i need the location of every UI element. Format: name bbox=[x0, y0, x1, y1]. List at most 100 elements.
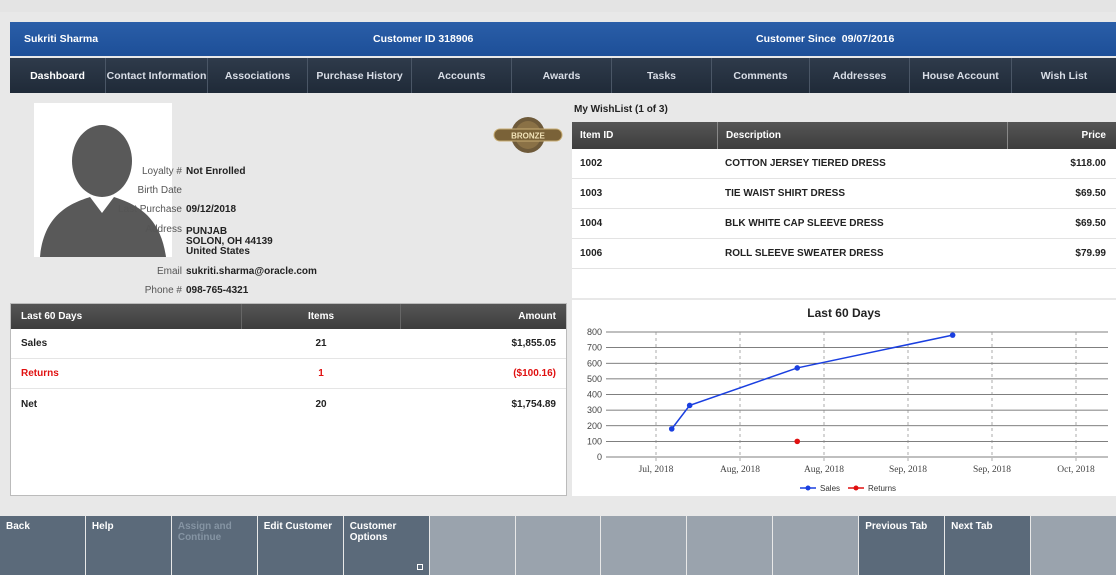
legend-marker-sales bbox=[805, 485, 811, 491]
wishlist-header-description: Description bbox=[717, 122, 1007, 149]
series-line-sales bbox=[671, 334, 953, 430]
birth-date-label: Birth Date bbox=[137, 185, 182, 196]
chart-plot: 0 100 200 300 400 500 600 700 800 Jul, 2018 Aug, 2… bbox=[587, 327, 1108, 493]
stats-header-period: Last 60 Days bbox=[21, 311, 83, 322]
stats-table: Last 60 Days Items Amount Sales 21 $1,85… bbox=[10, 303, 567, 496]
customer-options-button[interactable]: Customer Options bbox=[343, 516, 429, 575]
phone-value: 098-765-4321 bbox=[186, 285, 249, 296]
empty-button-slot bbox=[601, 516, 687, 575]
x-tick-label: Oct, 2018 bbox=[1057, 465, 1095, 475]
data-point-returns bbox=[794, 438, 801, 445]
wishlist-row[interactable]: 1002 COTTON JERSEY TIERED DRESS $118.00 bbox=[572, 149, 1116, 179]
last-purchase-value: 09/12/2018 bbox=[186, 204, 237, 215]
x-tick-label: Sep, 2018 bbox=[889, 465, 927, 475]
next-tab-button[interactable]: Next Tab bbox=[945, 516, 1031, 575]
customer-since: Customer Since 09/07/2016 bbox=[756, 33, 895, 45]
y-tick-label: 200 bbox=[587, 421, 602, 431]
tab-house-account[interactable]: House Account bbox=[910, 58, 1012, 93]
address-line-3: United States bbox=[186, 246, 250, 257]
empty-button-slot bbox=[429, 516, 515, 575]
empty-button-slot bbox=[773, 516, 859, 575]
sales-chart: Last 60 Days 0 100 200 300 400 500 600 700 800 Ju… bbox=[572, 300, 1116, 496]
last-purchase-label: Last Purchase bbox=[118, 204, 182, 215]
email-value: sukriti.sharma@oracle.com bbox=[186, 266, 317, 277]
top-strip bbox=[0, 0, 1116, 12]
wishlist-item-description: TIE WAIST SHIRT DRESS bbox=[725, 188, 846, 199]
x-tick-label: Jul, 2018 bbox=[639, 465, 674, 475]
stats-row-returns: Returns 1 ($100.16) bbox=[11, 359, 566, 389]
empty-button-slot bbox=[515, 516, 601, 575]
y-tick-label: 800 bbox=[587, 327, 602, 337]
legend-label: Returns bbox=[868, 484, 896, 493]
wishlist-header-item-id: Item ID bbox=[580, 130, 614, 141]
data-point-sales bbox=[686, 402, 693, 409]
stats-items: 20 bbox=[315, 398, 327, 410]
address-label: Address bbox=[145, 224, 182, 235]
address-value: PUNJAB SOLON, OH 44139 United States bbox=[186, 227, 273, 257]
stats-label: Sales bbox=[21, 338, 48, 349]
wishlist-row[interactable]: 1003 TIE WAIST SHIRT DRESS $69.50 bbox=[572, 179, 1116, 209]
wishlist-row[interactable]: 1004 BLK WHITE CAP SLEEVE DRESS $69.50 bbox=[572, 209, 1116, 239]
stats-items: 1 bbox=[318, 368, 324, 379]
customer-id: Customer ID 318906 bbox=[373, 33, 474, 45]
tab-dashboard[interactable]: Dashboard bbox=[10, 58, 106, 101]
more-options-icon bbox=[416, 564, 423, 570]
wishlist-title: My WishList (1 of 3) bbox=[574, 104, 668, 115]
legend-marker-returns bbox=[853, 485, 859, 491]
tab-accounts[interactable]: Accounts bbox=[412, 58, 512, 93]
y-tick-label: 400 bbox=[587, 390, 602, 400]
wishlist-item-id: 1004 bbox=[580, 218, 603, 229]
wishlist-header-price: Price bbox=[1007, 122, 1116, 149]
wishlist-item-price: $69.50 bbox=[1075, 218, 1106, 229]
tab-contact-information[interactable]: Contact Information bbox=[106, 58, 208, 93]
wishlist-item-description: BLK WHITE CAP SLEEVE DRESS bbox=[725, 218, 884, 229]
wishlist-table: Item ID Description Price 1002 COTTON JE… bbox=[572, 122, 1116, 298]
data-point-sales bbox=[668, 426, 675, 432]
stats-label: Returns bbox=[21, 368, 59, 379]
tab-addresses[interactable]: Addresses bbox=[810, 58, 910, 93]
y-tick-label: 500 bbox=[587, 374, 602, 384]
stats-header-amount: Amount bbox=[518, 311, 556, 322]
tab-comments[interactable]: Comments bbox=[712, 58, 810, 93]
data-point-sales bbox=[794, 365, 801, 371]
edit-customer-button[interactable]: Edit Customer bbox=[257, 516, 343, 575]
legend-label: Sales bbox=[820, 484, 840, 493]
y-tick-label: 700 bbox=[587, 343, 602, 353]
stats-header: Last 60 Days Items Amount bbox=[11, 304, 566, 329]
x-tick-label: Aug, 2018 bbox=[720, 465, 760, 475]
wishlist-item-id: 1003 bbox=[580, 188, 603, 199]
bottom-action-bar: Back Help Assign and Continue Edit Customer… bbox=[0, 516, 1116, 575]
data-point-sales bbox=[949, 332, 956, 338]
wishlist-row[interactable]: 1006 ROLL SLEEVE SWEATER DRESS $79.99 bbox=[572, 239, 1116, 269]
y-tick-label: 0 bbox=[597, 452, 602, 462]
tab-associations[interactable]: Associations bbox=[208, 58, 308, 93]
y-tick-label: 300 bbox=[587, 405, 602, 415]
tab-bar: Dashboard Contact Information Associatio… bbox=[10, 58, 1116, 101]
wishlist-header: Item ID Description Price bbox=[572, 122, 1116, 149]
customer-profile: BRONZE Loyalty # Not Enrolled Birth Date… bbox=[10, 93, 567, 301]
y-tick-label: 100 bbox=[587, 436, 602, 446]
help-button[interactable]: Help bbox=[85, 516, 171, 575]
wishlist-item-id: 1006 bbox=[580, 248, 603, 259]
customer-header: Sukriti Sharma Customer ID 318906 Custom… bbox=[10, 22, 1116, 56]
tab-purchase-history[interactable]: Purchase History bbox=[308, 58, 412, 93]
phone-label: Phone # bbox=[144, 285, 182, 296]
email-label: Email bbox=[156, 266, 182, 277]
wishlist-item-price: $118.00 bbox=[1070, 158, 1106, 169]
stats-amount: $1,855.05 bbox=[511, 338, 557, 349]
back-button[interactable]: Back bbox=[0, 516, 85, 575]
stats-row-sales: Sales 21 $1,855.05 bbox=[11, 329, 566, 359]
loyalty-label: Loyalty # bbox=[141, 166, 182, 177]
stats-header-items: Items bbox=[241, 304, 401, 329]
tab-wish-list[interactable]: Wish List bbox=[1012, 58, 1116, 93]
y-tick-label: 600 bbox=[587, 358, 602, 368]
tab-tasks[interactable]: Tasks bbox=[612, 58, 712, 93]
bronze-badge-icon: BRONZE bbox=[493, 117, 563, 153]
wishlist-item-price: $79.99 bbox=[1075, 248, 1106, 259]
stats-amount: ($100.16) bbox=[513, 368, 556, 379]
tab-awards[interactable]: Awards bbox=[512, 58, 612, 93]
previous-tab-button[interactable]: Previous Tab bbox=[859, 516, 945, 575]
x-tick-label: Sep, 2018 bbox=[973, 465, 1011, 475]
wishlist-item-description: COTTON JERSEY TIERED DRESS bbox=[725, 158, 886, 169]
customer-name: Sukriti Sharma bbox=[24, 33, 99, 45]
